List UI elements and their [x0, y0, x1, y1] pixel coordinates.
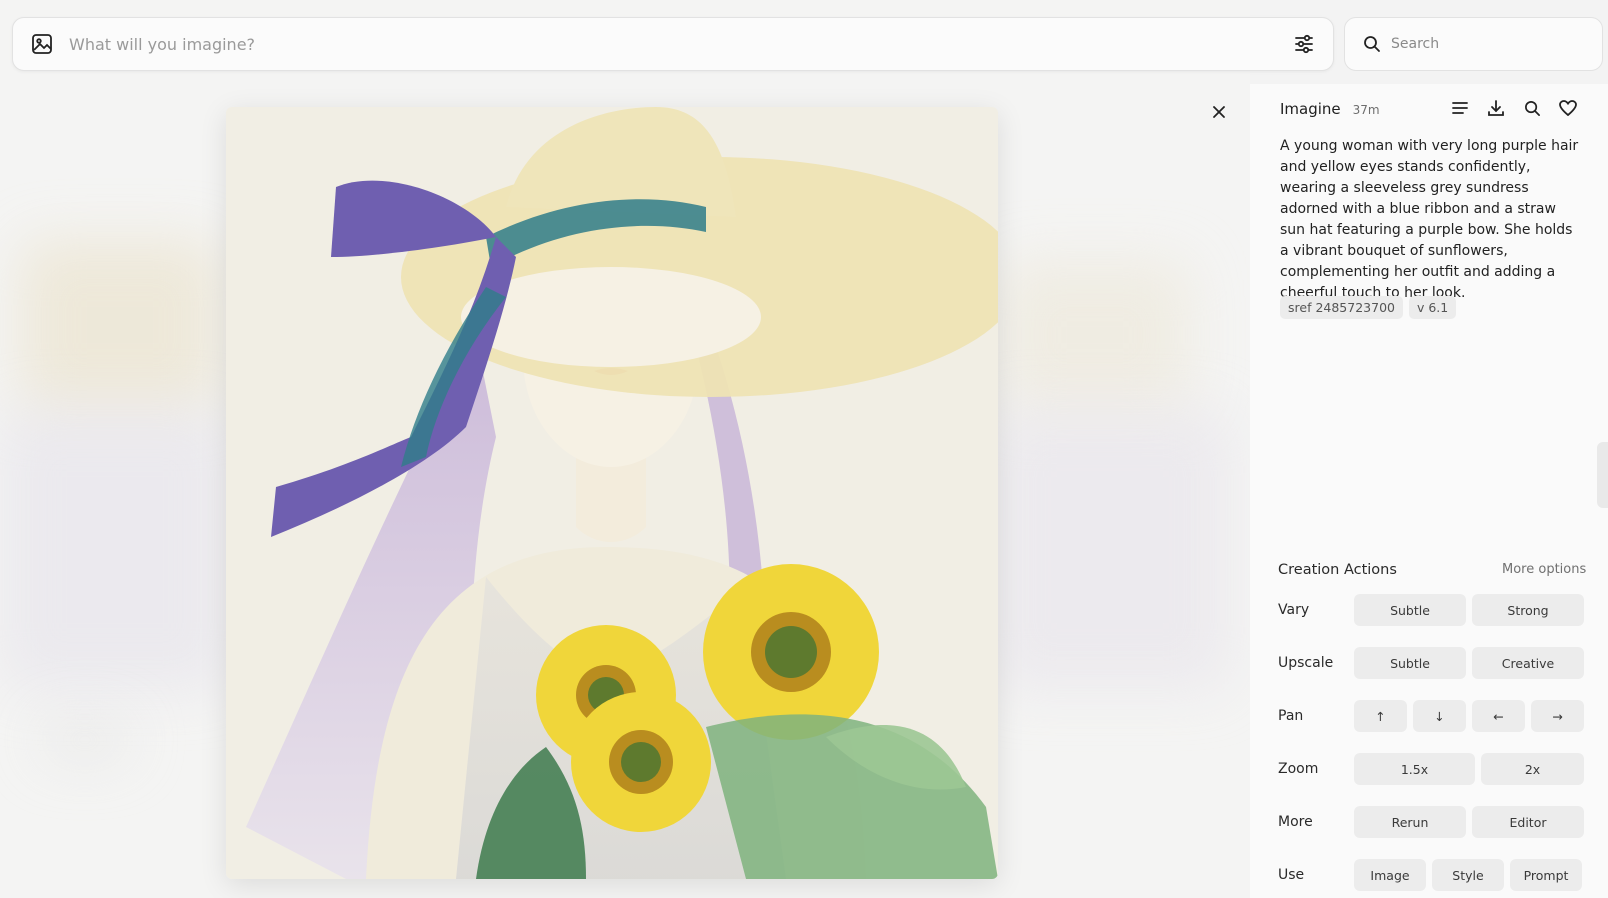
- pan-label: Pan: [1278, 708, 1304, 724]
- side-panel-tab[interactable]: [1597, 442, 1608, 508]
- heart-icon[interactable]: [1558, 98, 1578, 118]
- panel-header: Imagine 37m: [1280, 100, 1380, 118]
- search-icon: [1363, 35, 1381, 53]
- pan-up-button[interactable]: ↑: [1354, 700, 1407, 732]
- vary-subtle-button[interactable]: Subtle: [1354, 594, 1466, 626]
- editor-button[interactable]: Editor: [1472, 806, 1584, 838]
- sref-tag[interactable]: sref 2485723700: [1280, 296, 1403, 319]
- use-label: Use: [1278, 867, 1305, 883]
- more-label: More: [1278, 814, 1313, 830]
- panel-time: 37m: [1352, 103, 1380, 117]
- sunflower-bottom: [571, 692, 711, 832]
- more-options-link[interactable]: More options: [1502, 562, 1586, 577]
- details-panel: Imagine 37m A young woman with very long…: [1250, 84, 1608, 898]
- search-input[interactable]: [1391, 36, 1584, 52]
- pan-down-button[interactable]: ↓: [1413, 700, 1466, 732]
- pan-row: Pan ↑ ↓ ← →: [1278, 700, 1584, 732]
- sunflower-right: [703, 564, 879, 740]
- panel-title: Imagine: [1280, 100, 1341, 118]
- menu-icon[interactable]: [1450, 98, 1470, 118]
- creation-actions-title: Creation Actions: [1278, 562, 1397, 578]
- search-icon[interactable]: [1522, 98, 1542, 118]
- prompt-description: A young woman with very long purple hair…: [1280, 138, 1579, 301]
- more-row: More Rerun Editor: [1278, 806, 1584, 838]
- use-row: Use Image Style Prompt: [1278, 859, 1582, 891]
- close-icon: [1213, 106, 1225, 118]
- zoom-row: Zoom 1.5x 2x: [1278, 753, 1584, 785]
- pan-right-button[interactable]: →: [1531, 700, 1584, 732]
- generated-image[interactable]: [226, 107, 998, 879]
- image-icon[interactable]: [31, 33, 53, 55]
- upscale-row: Upscale Subtle Creative: [1278, 647, 1584, 679]
- close-button[interactable]: [1207, 100, 1231, 124]
- sliders-icon[interactable]: [1293, 33, 1315, 55]
- use-image-button[interactable]: Image: [1354, 859, 1426, 891]
- version-tag[interactable]: v 6.1: [1408, 296, 1457, 319]
- rerun-button[interactable]: Rerun: [1354, 806, 1466, 838]
- prompt-input[interactable]: [69, 34, 1293, 54]
- illustration: [226, 107, 998, 879]
- search-bar: [1344, 17, 1603, 71]
- use-style-button[interactable]: Style: [1432, 859, 1504, 891]
- download-icon[interactable]: [1486, 98, 1506, 118]
- panel-tools: [1450, 98, 1578, 118]
- pan-left-button[interactable]: ←: [1472, 700, 1525, 732]
- use-prompt-button[interactable]: Prompt: [1510, 859, 1582, 891]
- upscale-subtle-button[interactable]: Subtle: [1354, 647, 1466, 679]
- zoom-2x-button[interactable]: 2x: [1481, 753, 1584, 785]
- vary-strong-button[interactable]: Strong: [1472, 594, 1584, 626]
- prompt-bar: [12, 17, 1334, 71]
- zoom-1-5x-button[interactable]: 1.5x: [1354, 753, 1475, 785]
- upscale-creative-button[interactable]: Creative: [1472, 647, 1584, 679]
- tags: sref 2485723700 v 6.1: [1280, 296, 1457, 319]
- upscale-label: Upscale: [1278, 655, 1334, 671]
- zoom-label: Zoom: [1278, 761, 1319, 777]
- vary-row: Vary Subtle Strong: [1278, 594, 1584, 626]
- vary-label: Vary: [1278, 602, 1310, 618]
